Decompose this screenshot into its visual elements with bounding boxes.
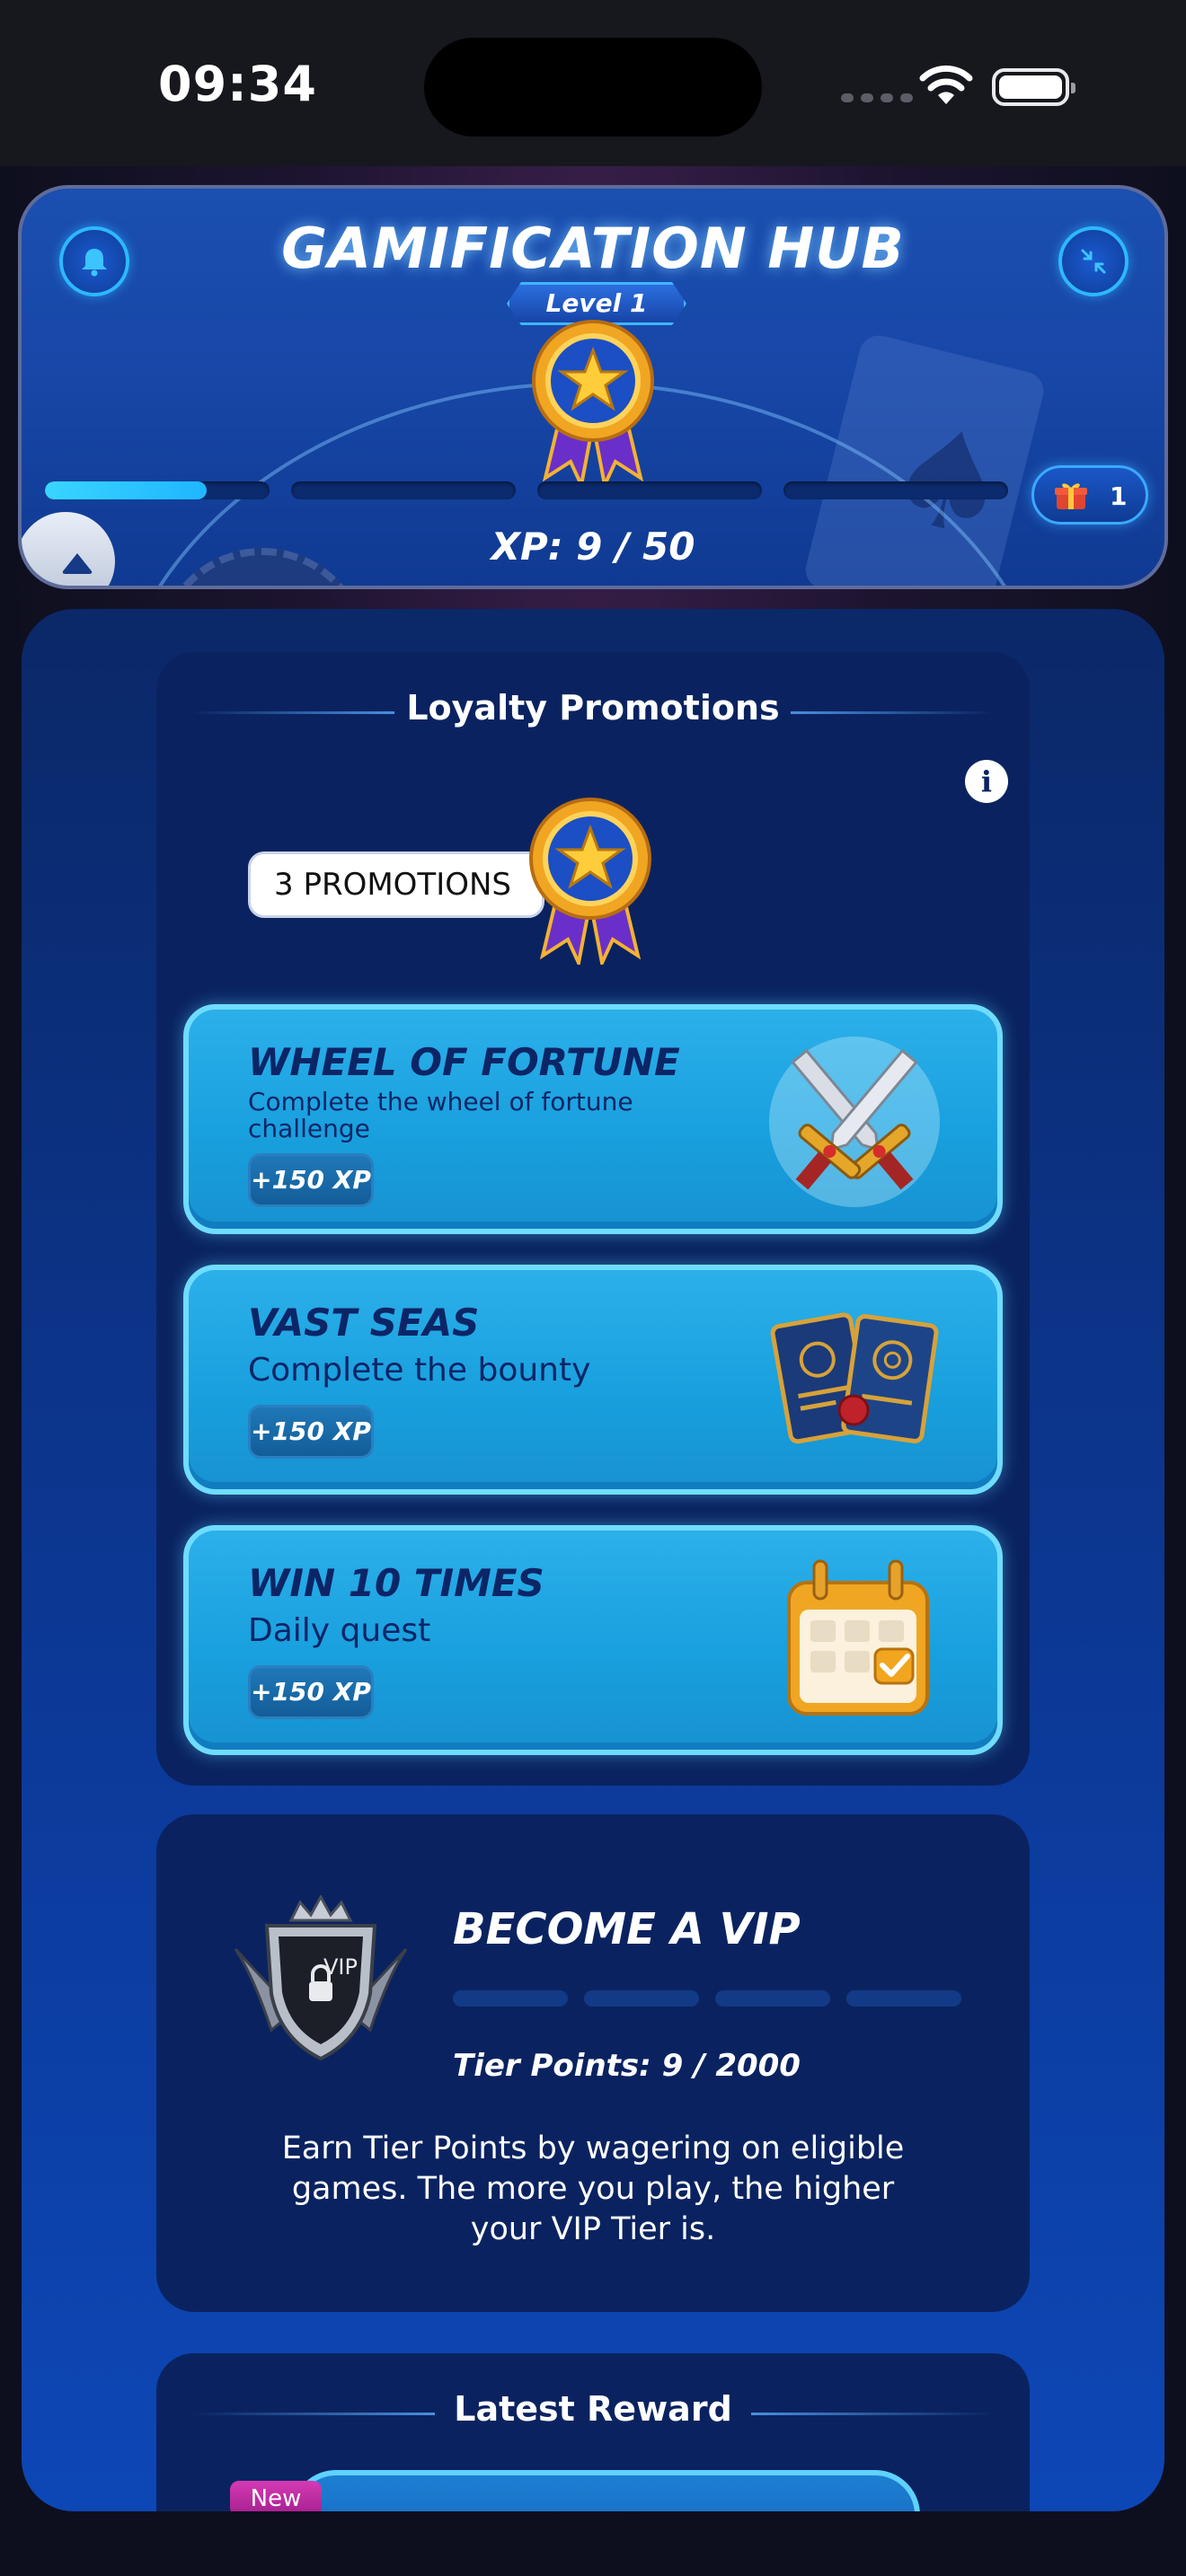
promotion-title: WIN 10 TIMES bbox=[248, 1561, 544, 1605]
status-bar: 09:34 bbox=[0, 0, 1186, 166]
gift-icon bbox=[1055, 483, 1087, 509]
latest-reward-item[interactable] bbox=[291, 2470, 920, 2511]
battery-icon bbox=[992, 68, 1075, 106]
medal-icon bbox=[532, 320, 654, 487]
vip-description: Earn Tier Points by wagering on eligible… bbox=[281, 2130, 905, 2247]
xp-segment bbox=[45, 481, 270, 499]
vip-title: BECOME A VIP bbox=[453, 1904, 801, 1954]
status-time: 09:34 bbox=[158, 56, 317, 112]
xp-reward-badge: +150 XP bbox=[248, 1153, 374, 1207]
title-divider-right bbox=[791, 711, 993, 714]
collapse-button[interactable] bbox=[1058, 226, 1128, 296]
new-badge: New bbox=[230, 2481, 322, 2511]
promotion-description: Daily quest bbox=[248, 1612, 431, 1649]
calendar-icon bbox=[787, 1559, 929, 1716]
promotions-count-badge: 3 PROMOTIONS bbox=[248, 851, 544, 918]
xp-reward-badge: +150 XP bbox=[248, 1405, 374, 1459]
promotion-description: Complete the bounty bbox=[248, 1352, 591, 1389]
crossed-swords-icon bbox=[769, 1037, 940, 1207]
medal-icon bbox=[529, 798, 651, 965]
xp-segment bbox=[783, 481, 1008, 499]
loyalty-promotions-card: Loyalty Promotions i 3 PROMOTIONS WHEEL … bbox=[156, 652, 1030, 1786]
promotion-card-win-10-times[interactable]: WIN 10 TIMES Daily quest +150 XP bbox=[183, 1525, 1003, 1755]
vip-badge-text: VIP bbox=[323, 1954, 358, 1980]
vip-tier-segment bbox=[584, 1990, 699, 2007]
xp-reward-badge: +150 XP bbox=[248, 1665, 374, 1719]
xp-text: XP: 9 / 50 bbox=[491, 525, 695, 569]
vip-tier-segment bbox=[846, 1990, 961, 2007]
vip-tier-segment bbox=[715, 1990, 830, 2007]
vip-shield-lock-icon bbox=[234, 1895, 408, 2061]
latest-reward-title: Latest Reward bbox=[454, 2389, 732, 2429]
latest-reward-card: Latest Reward New bbox=[156, 2353, 1030, 2511]
dynamic-island bbox=[424, 38, 762, 137]
vip-tier-points: Tier Points: 9 / 2000 bbox=[453, 2048, 801, 2084]
xp-progress-bar bbox=[45, 481, 1008, 499]
promotion-title: VAST SEAS bbox=[248, 1301, 480, 1345]
vip-tier-progress-bar bbox=[453, 1990, 961, 2007]
bounty-cards-icon bbox=[770, 1312, 939, 1444]
loyalty-section-title: Loyalty Promotions bbox=[406, 688, 780, 728]
promotion-description: Complete the wheel of fortune challenge bbox=[248, 1087, 633, 1143]
chevron-up-icon bbox=[62, 553, 93, 574]
vip-card: VIP BECOME A VIP Tier Points: 9 / 2000 E… bbox=[156, 1814, 1030, 2312]
promotion-card-wheel-of-fortune[interactable]: WHEEL OF FORTUNE Complete the wheel of f… bbox=[183, 1004, 1003, 1234]
rewards-gift-button[interactable]: 1 bbox=[1031, 465, 1148, 525]
main-panel: Loyalty Promotions i 3 PROMOTIONS WHEEL … bbox=[22, 609, 1164, 2511]
info-icon[interactable]: i bbox=[965, 760, 1008, 803]
cellular-signal-icon bbox=[841, 93, 913, 102]
wifi-icon bbox=[919, 65, 973, 104]
expand-header-button[interactable] bbox=[22, 512, 115, 586]
promotion-card-vast-seas[interactable]: VAST SEAS Complete the bounty +150 XP bbox=[183, 1265, 1003, 1495]
xp-segment bbox=[291, 481, 516, 499]
xp-segment bbox=[537, 481, 762, 499]
gift-count: 1 bbox=[1110, 481, 1128, 511]
gamification-hub-header: ♠ GAMIFICATION HUB Level 1 1 XP: 9 / 50 bbox=[18, 185, 1168, 589]
vip-tier-segment bbox=[453, 1990, 568, 2007]
promotion-title: WHEEL OF FORTUNE bbox=[248, 1040, 680, 1084]
title-divider-right bbox=[751, 2413, 994, 2415]
page-title: GAMIFICATION HUB bbox=[281, 216, 905, 281]
xp-progress-fill bbox=[45, 481, 207, 499]
collapse-icon bbox=[1081, 249, 1106, 274]
